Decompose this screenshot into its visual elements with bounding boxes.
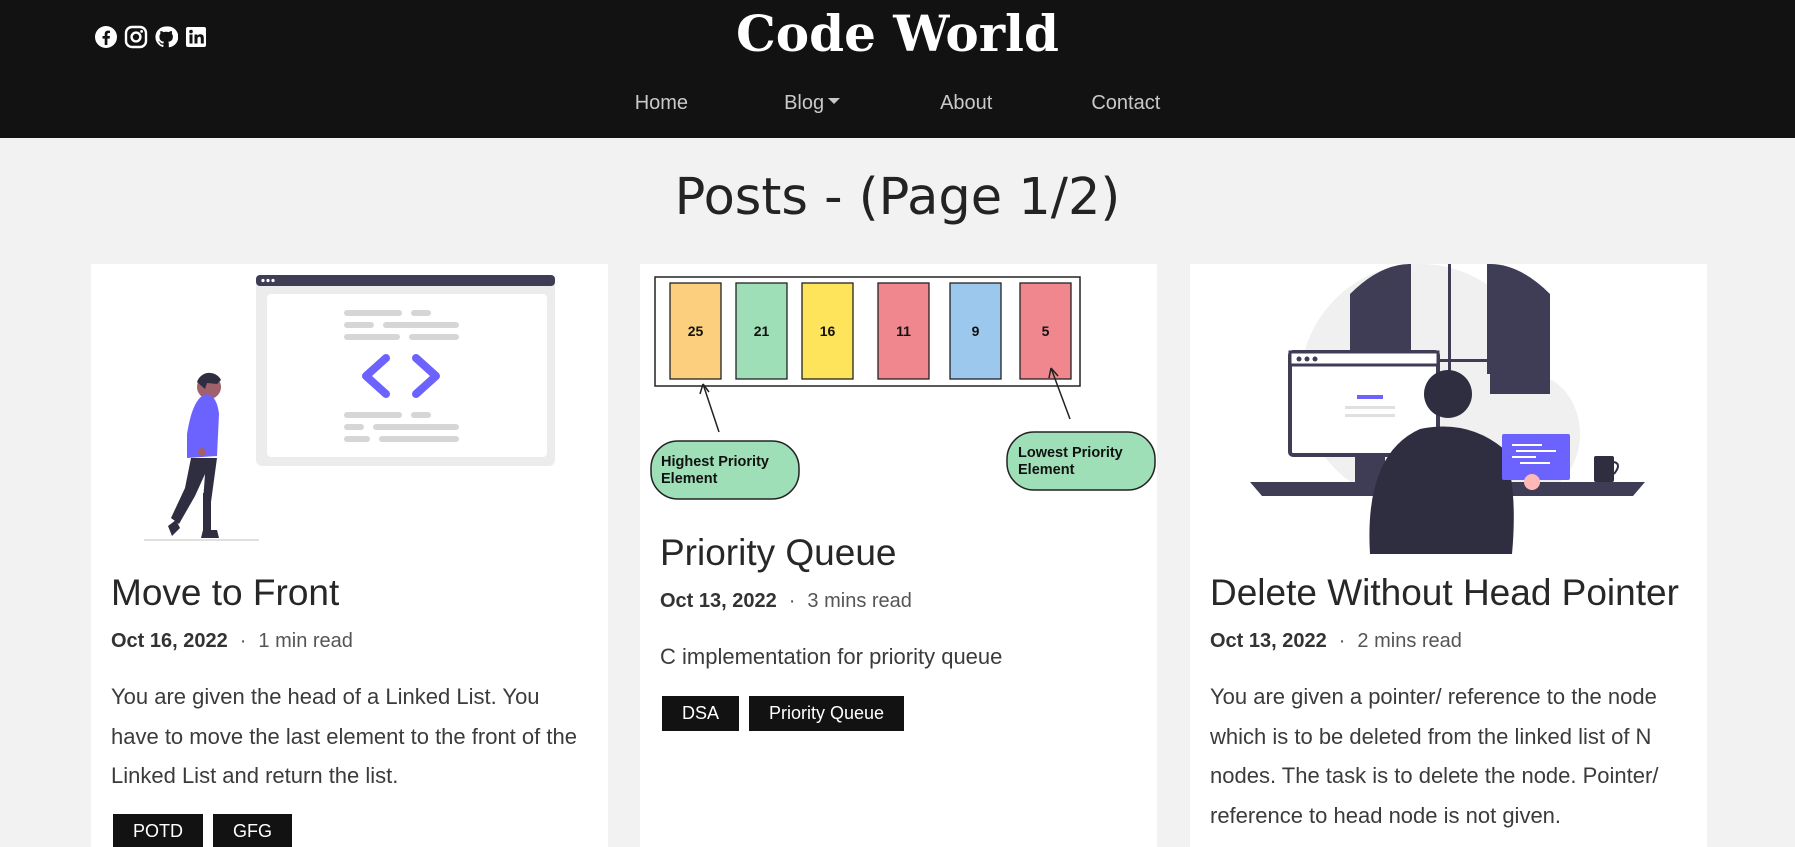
post-description: You are given a pointer/ reference to th… [1210,684,1659,828]
tag-dsa[interactable]: DSA [662,696,740,731]
post-tags: DSA Priority Queue [662,696,905,731]
post-title[interactable]: Move to Front [111,572,339,614]
post-tags: POTD GFG [113,814,293,847]
nav-blog-dropdown[interactable]: Blog [784,92,841,115]
post-date: Oct 13, 2022 [660,590,777,612]
highest-priority-label-2: Element [661,471,718,487]
meta-separator: · [788,590,796,612]
meta-separator: · [1338,630,1346,652]
post-description: You are given the head of a Linked List.… [111,684,577,788]
nav-blog-label: Blog [784,92,825,114]
post-title[interactable]: Priority Queue [660,532,897,574]
main-nav: Home Blog About Contact [0,92,1795,115]
code-illustration-image [144,275,555,541]
post-date: Oct 13, 2022 [1210,630,1327,652]
meta-separator: · [239,630,247,652]
read-time: 3 mins read [807,590,912,612]
post-card[interactable]: 25 21 16 11 9 5 Highest Priority Element Lowe… [640,264,1157,847]
lowest-priority-label-2: Element [1018,462,1075,478]
post-meta: Oct 13, 2022 · 3 mins read [660,590,912,613]
site-brand[interactable]: Code World [0,4,1795,63]
queue-element-value: 5 [1042,323,1050,339]
queue-element-value: 21 [754,323,770,339]
tag-potd[interactable]: POTD [113,814,204,847]
tag-gfg[interactable]: GFG [213,814,293,847]
site-header: Code World Home Blog About Contact [0,0,1795,138]
queue-element-value: 25 [688,323,704,339]
queue-element-value: 16 [820,323,836,339]
lowest-priority-label: Lowest Priority [1018,445,1123,461]
nav-contact[interactable]: Contact [1091,92,1160,115]
post-card[interactable]: Move to Front Oct 16, 2022 · 1 min read Yo… [91,264,608,847]
post-meta: Oct 16, 2022 · 1 min read [111,630,353,653]
read-time: 2 mins read [1357,630,1462,652]
post-meta: Oct 13, 2022 · 2 mins read [1210,630,1462,653]
post-card[interactable]: Delete Without Head Pointer Oct 13, 2022… [1190,264,1707,847]
read-time: 1 min read [258,630,353,652]
nav-home[interactable]: Home [635,92,688,115]
post-title[interactable]: Delete Without Head Pointer [1210,572,1679,614]
nav-about[interactable]: About [940,92,992,115]
queue-element-value: 9 [972,323,980,339]
post-date: Oct 16, 2022 [111,630,228,652]
tag-priority-queue[interactable]: Priority Queue [749,696,905,731]
page-title: Posts - (Page 1/2) [674,168,1121,227]
post-description: C implementation for priority queue [660,644,1003,669]
highest-priority-label: Highest Priority [661,454,769,470]
developer-illustration-image [1250,264,1645,554]
caret-down-icon [828,97,841,104]
queue-element-value: 11 [896,323,911,339]
priority-queue-diagram: 25 21 16 11 9 5 Highest Priority Element Lowe… [650,276,1156,500]
